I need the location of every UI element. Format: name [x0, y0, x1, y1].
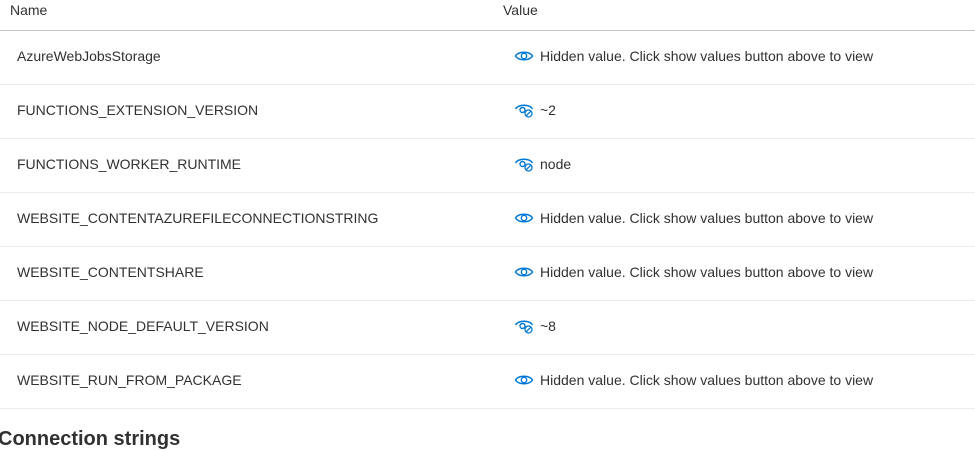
table-row[interactable]: WEBSITE_CONTENTAZUREFILECONNECTIONSTRING…: [0, 193, 975, 247]
eye-icon[interactable]: [514, 210, 534, 226]
setting-value: Hidden value. Click show values button a…: [514, 262, 873, 282]
eye-hide-icon[interactable]: [514, 156, 534, 172]
table-row[interactable]: WEBSITE_NODE_DEFAULT_VERSION ~8: [0, 301, 975, 355]
setting-value-text: node: [540, 156, 572, 172]
setting-name[interactable]: FUNCTIONS_WORKER_RUNTIME: [17, 156, 241, 172]
table-row[interactable]: FUNCTIONS_EXTENSION_VERSION ~2: [0, 85, 975, 139]
column-header-name[interactable]: Name: [10, 2, 47, 18]
setting-name[interactable]: WEBSITE_RUN_FROM_PACKAGE: [17, 372, 242, 388]
setting-value-text: ~8: [540, 318, 556, 334]
setting-value-text: ~2: [540, 102, 556, 118]
setting-name[interactable]: WEBSITE_CONTENTAZUREFILECONNECTIONSTRING: [17, 210, 378, 226]
eye-icon[interactable]: [514, 372, 534, 388]
setting-value: ~2: [514, 100, 556, 120]
setting-value: ~8: [514, 316, 556, 336]
setting-value: node: [514, 154, 571, 174]
section-title-connection-strings: Connection strings: [0, 428, 181, 450]
table-row[interactable]: WEBSITE_RUN_FROM_PACKAGE Hidden value. C…: [0, 355, 975, 409]
table-row[interactable]: WEBSITE_CONTENTSHARE Hidden value. Click…: [0, 247, 975, 301]
eye-hide-icon[interactable]: [514, 318, 534, 334]
setting-value-text: Hidden value. Click show values button a…: [540, 48, 874, 64]
table-row[interactable]: AzureWebJobsStorage Hidden value. Click …: [0, 31, 975, 85]
eye-hide-icon[interactable]: [514, 102, 534, 118]
setting-name[interactable]: FUNCTIONS_EXTENSION_VERSION: [17, 102, 258, 118]
column-header-value[interactable]: Value: [503, 2, 538, 18]
setting-name[interactable]: WEBSITE_CONTENTSHARE: [17, 264, 204, 280]
setting-name[interactable]: WEBSITE_NODE_DEFAULT_VERSION: [17, 318, 269, 334]
setting-name[interactable]: AzureWebJobsStorage: [17, 48, 161, 64]
setting-value: Hidden value. Click show values button a…: [514, 370, 873, 390]
setting-value-text: Hidden value. Click show values button a…: [540, 264, 874, 280]
setting-value-text: Hidden value. Click show values button a…: [540, 210, 874, 226]
setting-value: Hidden value. Click show values button a…: [514, 208, 873, 228]
table-row[interactable]: FUNCTIONS_WORKER_RUNTIME node: [0, 139, 975, 193]
setting-value-text: Hidden value. Click show values button a…: [540, 372, 874, 388]
setting-value: Hidden value. Click show values button a…: [514, 46, 873, 66]
eye-icon[interactable]: [514, 48, 534, 64]
eye-icon[interactable]: [514, 264, 534, 280]
app-settings-grid: Name Value AzureWebJobsStorage Hidden va…: [0, 0, 975, 409]
grid-header: Name Value: [0, 0, 975, 31]
